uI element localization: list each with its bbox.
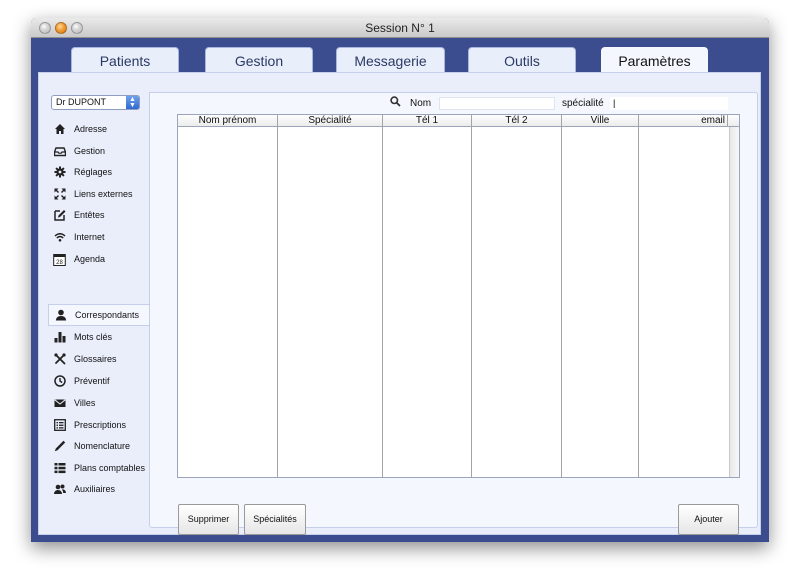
user-icon: [54, 309, 67, 322]
column-header-ville[interactable]: Ville: [562, 115, 639, 127]
sidebar-item-label: Villes: [74, 398, 96, 408]
home-icon: [53, 123, 66, 136]
sidebar-item-plans-comptables[interactable]: Plans comptables: [53, 459, 145, 477]
sidebar-item-preventif[interactable]: Préventif: [53, 372, 110, 390]
gear-icon: [53, 166, 66, 179]
column-divider: [471, 127, 472, 477]
clock-icon: [53, 375, 66, 388]
sidebar-item-label: Correspondants: [75, 310, 140, 320]
column-divider: [277, 127, 278, 477]
content-area: Dr DUPONT ▲ ▼ Adresse Gestion Réglages Li…: [38, 72, 761, 535]
column-header-specialite[interactable]: Spécialité: [278, 115, 383, 127]
sidebar-item-label: Liens externes: [74, 189, 133, 199]
sidebar-item-agenda[interactable]: 28 Agenda: [53, 250, 105, 268]
sidebar-item-mots-cles[interactable]: Mots clés: [53, 328, 112, 346]
column-divider: [638, 127, 639, 477]
doctor-select-value: Dr DUPONT: [56, 97, 106, 107]
sidebar-item-label: Agenda: [74, 254, 106, 264]
specialite-label: spécialité: [562, 98, 604, 109]
add-button[interactable]: Ajouter: [678, 504, 739, 535]
tab-parametres[interactable]: Paramètres: [601, 47, 708, 75]
title-bar[interactable]: Session N° 1: [31, 18, 769, 38]
column-divider: [561, 127, 562, 477]
sidebar-item-label: Plans comptables: [74, 463, 146, 473]
sidebar-item-label: Préventif: [74, 376, 110, 386]
bar-chart-icon: [53, 331, 66, 344]
column-header-tel1[interactable]: Tél 1: [383, 115, 472, 127]
wifi-icon: [53, 231, 66, 244]
sidebar-item-label: Réglages: [74, 167, 113, 177]
sidebar-item-nomenclature[interactable]: Nomenclature: [53, 437, 130, 455]
app-window: Session N° 1 Patients Gestion Messagerie…: [31, 18, 769, 542]
table-scrollbar[interactable]: [729, 127, 739, 477]
calendar-day: 28: [56, 260, 63, 266]
inbox-icon: [53, 145, 66, 158]
zoom-window-button[interactable]: [71, 22, 83, 34]
envelope-icon: [53, 397, 66, 410]
delete-button[interactable]: Supprimer: [178, 504, 239, 535]
sidebar-item-entetes[interactable]: Entêtes: [53, 206, 105, 224]
sidebar-item-label: Gestion: [74, 146, 106, 156]
tab-messagerie[interactable]: Messagerie: [336, 47, 445, 73]
sidebar-item-prescriptions[interactable]: Prescriptions: [53, 416, 126, 434]
sidebar-item-label: Adresse: [74, 124, 108, 134]
sidebar-item-villes[interactable]: Villes: [53, 394, 95, 412]
sidebar-item-label: Glossaires: [74, 354, 117, 364]
sidebar-item-auxiliaires[interactable]: Auxiliaires: [53, 480, 115, 498]
close-window-button[interactable]: [39, 22, 51, 34]
window-title: Session N° 1: [365, 21, 435, 35]
column-header-email[interactable]: email: [639, 115, 728, 127]
pencil-icon: [53, 440, 66, 453]
minimize-window-button[interactable]: [55, 22, 67, 34]
tab-patients[interactable]: Patients: [71, 47, 179, 73]
select-arrows-icon: ▲ ▼: [126, 96, 139, 109]
sidebar-item-label: Entêtes: [74, 210, 105, 220]
list-icon: [53, 462, 66, 475]
tab-gestion[interactable]: Gestion: [205, 47, 313, 73]
correspondants-panel: Nom spécialité | Nom prénom Spécialité T…: [149, 92, 758, 535]
column-divider: [382, 127, 383, 477]
expand-icon: [53, 188, 66, 201]
sidebar-item-adresse[interactable]: Adresse: [53, 120, 107, 138]
doctor-select[interactable]: Dr DUPONT ▲ ▼: [51, 95, 140, 110]
column-header-tel2[interactable]: Tél 2: [472, 115, 562, 127]
list-box-icon: [53, 419, 66, 432]
specialties-button[interactable]: Spécialités: [244, 504, 306, 535]
sidebar-item-reglages[interactable]: Réglages: [53, 163, 112, 181]
users-icon: [53, 483, 66, 496]
sidebar-item-correspondants[interactable]: Correspondants: [48, 304, 151, 326]
nom-input[interactable]: [439, 97, 555, 110]
correspondants-table[interactable]: Nom prénom Spécialité Tél 1 Tél 2 Ville …: [177, 114, 740, 478]
sidebar-item-label: Internet: [74, 232, 105, 242]
sidebar-item-label: Mots clés: [74, 332, 113, 342]
calendar-icon: 28: [53, 253, 66, 266]
search-icon: [390, 96, 401, 112]
sidebar-item-label: Auxiliaires: [74, 484, 116, 494]
tools-icon: [53, 353, 66, 366]
column-header-nom-prenom[interactable]: Nom prénom: [178, 115, 278, 127]
table-header: Nom prénom Spécialité Tél 1 Tél 2 Ville …: [178, 115, 739, 127]
specialite-input[interactable]: |: [610, 97, 728, 110]
sidebar-item-liens-externes[interactable]: Liens externes: [53, 185, 133, 203]
sidebar-item-glossaires[interactable]: Glossaires: [53, 350, 117, 368]
edit-icon: [53, 209, 66, 222]
sidebar-item-gestion[interactable]: Gestion: [53, 142, 105, 160]
sidebar-item-internet[interactable]: Internet: [53, 228, 105, 246]
sidebar-item-label: Nomenclature: [74, 441, 131, 451]
tab-outils[interactable]: Outils: [468, 47, 576, 73]
sidebar-item-label: Prescriptions: [74, 420, 127, 430]
nom-label: Nom: [410, 98, 432, 109]
